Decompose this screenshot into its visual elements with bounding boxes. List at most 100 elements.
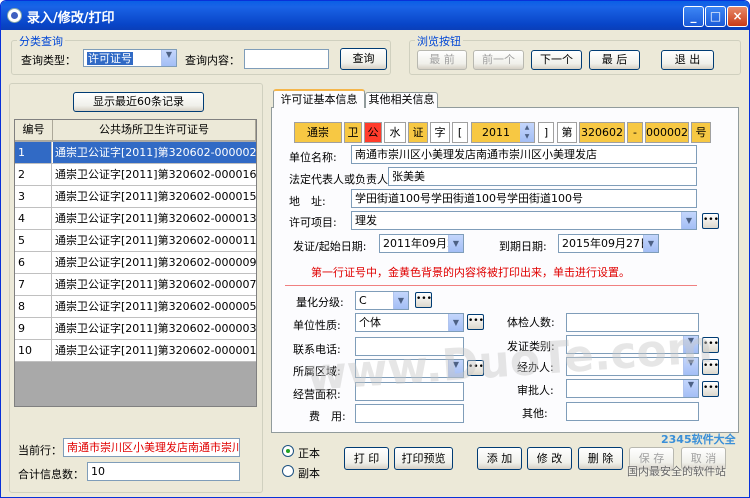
current-row-label: 当前行： bbox=[18, 444, 62, 457]
row-license: 通崇卫公证字[2011]第320602-000013号 bbox=[55, 212, 256, 225]
prev-button[interactable]: 前一个 bbox=[473, 50, 524, 70]
license-item-value: 理发 bbox=[355, 214, 377, 227]
app-icon bbox=[7, 8, 22, 23]
original-label: 正本 bbox=[298, 447, 320, 460]
license-bracket-close[interactable]: ] bbox=[538, 122, 554, 143]
print-button[interactable]: 打 印 bbox=[344, 447, 389, 470]
query-content-label: 查询内容： bbox=[185, 54, 240, 67]
current-row-field[interactable]: 南通市崇川区小美理发店南通市崇川 bbox=[63, 438, 240, 457]
divider-line bbox=[285, 285, 697, 286]
calendar-dropdown-icon[interactable]: ▼ bbox=[448, 235, 463, 252]
license-code[interactable]: 320602 bbox=[579, 122, 625, 143]
other-input[interactable] bbox=[566, 402, 699, 421]
original-radio[interactable] bbox=[282, 445, 294, 457]
license-serial[interactable]: 000002 bbox=[645, 122, 689, 143]
approver-more-button[interactable]: ••• bbox=[702, 381, 719, 397]
total-count-field[interactable]: 10 bbox=[87, 462, 240, 481]
grade-select[interactable]: C ▼ bbox=[355, 291, 409, 310]
query-type-value: 许可证号 bbox=[87, 52, 133, 65]
row-number: 1 bbox=[15, 142, 52, 163]
approver-select[interactable]: ▼ bbox=[566, 379, 699, 398]
table-row[interactable]: 6 通崇卫公证字[2011]第320602-000009号 bbox=[15, 252, 256, 274]
slogan-watermark: 国内最安全的软件站 bbox=[627, 465, 726, 478]
license-part-cert[interactable]: 证 bbox=[408, 122, 428, 143]
row-number: 7 bbox=[15, 274, 52, 295]
column-header-no[interactable]: 编号 bbox=[15, 120, 53, 141]
copy-radio[interactable] bbox=[282, 465, 294, 477]
license-part-type[interactable]: 公 bbox=[364, 122, 382, 143]
row-number: 4 bbox=[15, 208, 52, 229]
license-part-region[interactable]: 通崇 bbox=[294, 122, 342, 143]
query-type-label: 查询类型： bbox=[21, 54, 76, 67]
grade-label: 量化分级: bbox=[296, 296, 344, 309]
calendar-dropdown-icon[interactable]: ▼ bbox=[643, 235, 658, 252]
unit-name-input[interactable]: 南通市崇川区小美理发店南通市崇川区小美理发店 bbox=[351, 145, 697, 164]
show-recent-button[interactable]: 显示最近60条记录 bbox=[73, 92, 204, 112]
window-title: 录入/修改/打印 bbox=[27, 11, 115, 26]
license-part-water[interactable]: 水 bbox=[384, 122, 406, 143]
search-button[interactable]: 查询 bbox=[340, 48, 387, 70]
fee-input[interactable] bbox=[355, 404, 464, 423]
license-item-select[interactable]: 理发 ▼ bbox=[351, 211, 697, 230]
table-row[interactable]: 8 通崇卫公证字[2011]第320602-000005号 bbox=[15, 296, 256, 318]
next-button[interactable]: 下一个 bbox=[531, 50, 582, 70]
row-number: 2 bbox=[15, 164, 52, 185]
maximize-button[interactable]: □ bbox=[705, 6, 726, 27]
unit-nature-select[interactable]: 个体 ▼ bbox=[355, 313, 464, 332]
close-button[interactable]: × bbox=[727, 6, 748, 27]
print-preview-button[interactable]: 打印预览 bbox=[394, 447, 453, 470]
query-type-select[interactable]: 许可证号 ▼ bbox=[83, 49, 177, 67]
issue-date-label: 发证/起始日期: bbox=[293, 240, 367, 253]
unit-nature-more-button[interactable]: ••• bbox=[467, 314, 484, 330]
query-group-label: 分类查询 bbox=[17, 33, 65, 49]
row-number: 10 bbox=[15, 340, 52, 361]
address-input[interactable]: 学田街道100号学田街道100号学田街道100号 bbox=[351, 189, 697, 208]
table-row[interactable]: 4 通崇卫公证字[2011]第320602-000013号 bbox=[15, 208, 256, 230]
total-count-label: 合计信息数： bbox=[18, 468, 84, 481]
first-button[interactable]: 最 前 bbox=[417, 50, 467, 70]
chevron-down-icon[interactable]: ▼ bbox=[683, 380, 698, 397]
spinner-arrows-icon[interactable]: ▲ ▼ bbox=[520, 123, 534, 142]
license-part-dept[interactable]: 卫 bbox=[344, 122, 362, 143]
delete-button[interactable]: 删 除 bbox=[578, 447, 623, 470]
exit-button[interactable]: 退 出 bbox=[661, 50, 714, 70]
row-license: 通崇卫公证字[2011]第320602-000001号 bbox=[55, 344, 256, 357]
chevron-down-icon[interactable]: ▼ bbox=[393, 292, 408, 309]
address-label: 地 址: bbox=[289, 195, 326, 208]
row-number: 8 bbox=[15, 296, 52, 317]
table-row[interactable]: 10 通崇卫公证字[2011]第320602-000001号 bbox=[15, 340, 256, 362]
column-header-license[interactable]: 公共场所卫生许可证号 bbox=[53, 120, 256, 141]
brand-watermark: 2345软件大全 bbox=[661, 433, 736, 446]
query-content-input[interactable] bbox=[244, 49, 329, 69]
license-part-zi[interactable]: 字 bbox=[430, 122, 450, 143]
issue-date-picker[interactable]: 2011年09月28日 ▼ bbox=[379, 234, 464, 253]
tab-other-info[interactable]: 其他相关信息 bbox=[365, 92, 438, 108]
unit-name-label: 单位名称: bbox=[289, 151, 337, 164]
table-row[interactable]: 9 通崇卫公证字[2011]第320602-000003号 bbox=[15, 318, 256, 340]
copy-label: 副本 bbox=[298, 467, 320, 480]
last-button[interactable]: 最 后 bbox=[589, 50, 640, 70]
row-number: 3 bbox=[15, 186, 52, 207]
table-row[interactable]: 5 通崇卫公证字[2011]第320602-000011号 bbox=[15, 230, 256, 252]
table-row[interactable]: 2 通崇卫公证字[2011]第320602-000016号 bbox=[15, 164, 256, 186]
license-bracket-open[interactable]: [ bbox=[452, 122, 468, 143]
warning-text: 第一行证号中，金黄色背景的内容将被打印出来，单击进行设置。 bbox=[311, 266, 630, 279]
chevron-down-icon[interactable]: ▼ bbox=[448, 314, 463, 331]
chevron-down-icon[interactable]: ▼ bbox=[681, 212, 696, 229]
minimize-button[interactable]: _ bbox=[683, 6, 704, 27]
expire-date-picker[interactable]: 2015年09月27日 ▼ bbox=[558, 234, 659, 253]
legal-rep-input[interactable]: 张美美 bbox=[388, 167, 697, 186]
license-year-spinner[interactable]: 2011 ▲ ▼ bbox=[471, 122, 535, 143]
modify-button[interactable]: 修 改 bbox=[527, 447, 572, 470]
license-item-more-button[interactable]: ••• bbox=[702, 213, 719, 229]
table-row[interactable]: 3 通崇卫公证字[2011]第320602-000015号 bbox=[15, 186, 256, 208]
license-dash[interactable]: - bbox=[627, 122, 643, 143]
table-row[interactable]: 1 通崇卫公证字[2011]第320602-000002号 bbox=[15, 142, 256, 164]
table-row[interactable]: 7 通崇卫公证字[2011]第320602-000007号 bbox=[15, 274, 256, 296]
grade-more-button[interactable]: ••• bbox=[415, 292, 432, 308]
tab-basic-info[interactable]: 许可证基本信息 bbox=[273, 89, 365, 108]
chevron-down-icon[interactable]: ▼ bbox=[161, 50, 176, 66]
license-part-hao[interactable]: 号 bbox=[691, 122, 711, 143]
add-button[interactable]: 添 加 bbox=[477, 447, 522, 470]
license-part-di[interactable]: 第 bbox=[557, 122, 577, 143]
